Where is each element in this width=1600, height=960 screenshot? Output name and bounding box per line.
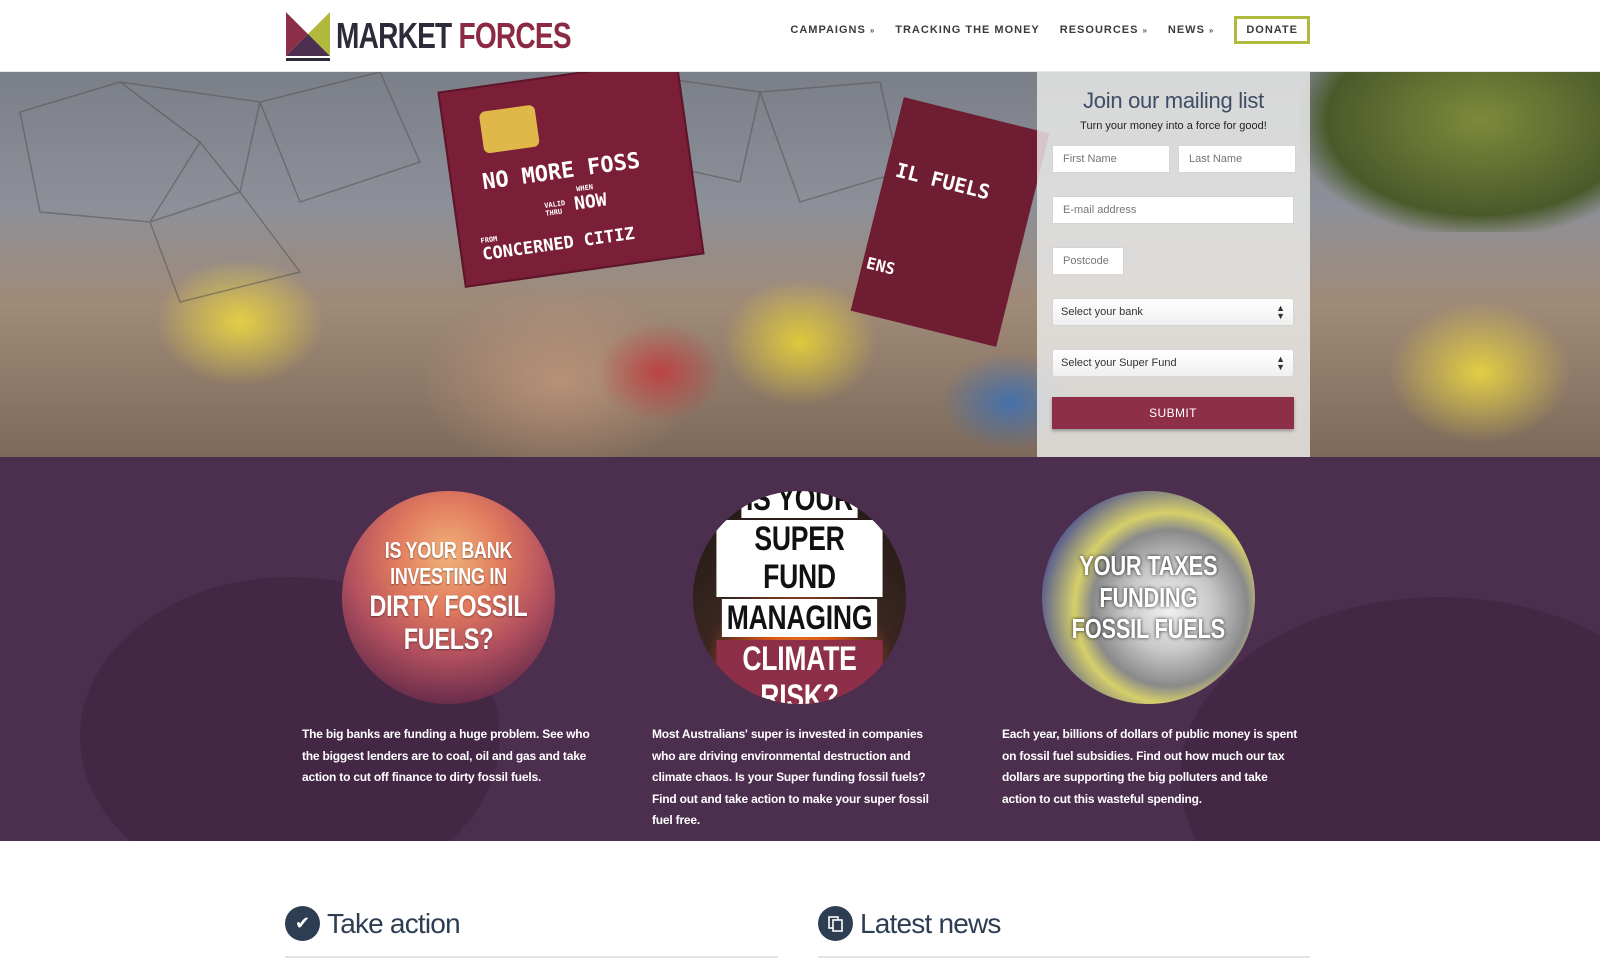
latest-news-title: Latest news [860,907,1001,939]
site-logo[interactable]: MARKET FORCES [286,11,637,61]
take-action-title: Take action [327,907,461,939]
take-action-divider [285,956,778,958]
protest-sign-credit-card: NO MORE FOSS VALID THRU WHEN NOW FROM CO… [437,72,705,288]
first-name-input[interactable] [1052,145,1170,173]
sign2-line: IL FUELS [893,157,993,205]
site-header: MARKET FORCES CAMPAIGNS » TRACKING THE M… [0,0,1600,72]
donate-button[interactable]: DONATE [1234,16,1310,44]
sign1-line3: CONCERNED CITIZ [481,223,636,266]
taxes-campaign-image[interactable]: YOUR TAXES FUNDING FOSSIL FUELS [1042,491,1255,704]
logo-word-market: MARKET [336,15,452,56]
hero-tree [1300,72,1600,232]
nav-tracking-the-money[interactable]: TRACKING THE MONEY [895,24,1040,36]
chevron-down-icon: » [1142,25,1148,35]
main-nav: CAMPAIGNS » TRACKING THE MONEY RESOURCES… [770,0,1310,60]
super-fund-select[interactable]: Select your Super Fund ▲ ▼ [1052,349,1294,377]
bank-select[interactable]: Select your bank ▲ ▼ [1052,298,1294,326]
select-arrows-icon: ▲ ▼ [1276,303,1285,321]
nav-campaigns[interactable]: CAMPAIGNS » [790,24,875,36]
circle2-line2: SUPER FUND [716,520,883,597]
bank-campaign-image[interactable]: IS YOUR BANK INVESTING IN DIRTY FOSSIL F… [342,491,555,704]
hero-photo: NO MORE FOSS VALID THRU WHEN NOW FROM CO… [0,72,1600,457]
last-name-input[interactable] [1178,145,1296,173]
postcode-input[interactable] [1052,247,1124,275]
nav-news[interactable]: NEWS » [1168,24,1214,36]
sign1-valid: VALID THRU [543,199,566,218]
latest-news-divider [818,956,1310,958]
circle1-line2: DIRTY FOSSIL FUELS? [369,589,528,657]
circle3-line1: YOUR TAXES [1079,550,1218,582]
circle2-line4: CLIMATE RISK? [716,639,883,704]
card-chip-icon [478,104,540,154]
chevron-down-icon: » [1208,25,1215,35]
nav-news-label: NEWS [1167,24,1205,36]
latest-news-heading: Latest news [818,906,1001,941]
circle1-line1: IS YOUR BANK INVESTING IN [384,537,513,589]
nav-resources[interactable]: RESOURCES » [1060,24,1148,36]
checkmark-icon: ✔ [285,906,320,941]
circle3-line3: FOSSIL FUELS [1071,613,1226,645]
logo-mark-icon [286,11,330,61]
sign1-now: NOW [572,189,609,215]
take-action-heading: ✔ Take action [285,906,461,941]
nav-tracking-label: TRACKING THE MONEY [895,24,1040,36]
email-input[interactable] [1052,196,1294,224]
form-title: Join our mailing list [1083,88,1264,113]
circle2-line1: IS YOUR [741,491,858,519]
sign2-line2: ENS [864,253,898,279]
mailing-list-form: Join our mailing list Turn your money in… [1037,72,1310,457]
chevron-down-icon: » [869,25,876,35]
circle3-line2: FUNDING [1099,581,1198,613]
logo-word-forces: FORCES [458,15,571,56]
super-campaign-image[interactable]: IS YOUR SUPER FUND MANAGING CLIMATE RISK… [693,491,906,704]
logo-wordmark: MARKET FORCES [336,15,572,57]
nav-resources-label: RESOURCES [1059,24,1139,36]
super-campaign-text: Most Australians' super is invested in c… [652,727,929,827]
form-subtitle: Turn your money into a force for good! [1080,120,1267,132]
bank-campaign-text: The big banks are funding a huge problem… [302,727,590,784]
documents-icon [818,906,853,941]
super-fund-select-value: Select your Super Fund [1061,357,1177,369]
sign1-line1: NO MORE FOSS [480,148,642,196]
select-arrows-icon: ▲ ▼ [1276,354,1285,372]
bank-select-value: Select your bank [1061,306,1143,318]
circle2-line3: MANAGING [722,598,877,637]
taxes-campaign-text: Each year, billions of dollars of public… [1002,727,1298,806]
submit-button[interactable]: SUBMIT [1052,397,1294,429]
documents-icon-glyph [827,915,843,932]
campaigns-band: IS YOUR BANK INVESTING IN DIRTY FOSSIL F… [0,457,1600,841]
nav-campaigns-label: CAMPAIGNS [790,24,866,36]
